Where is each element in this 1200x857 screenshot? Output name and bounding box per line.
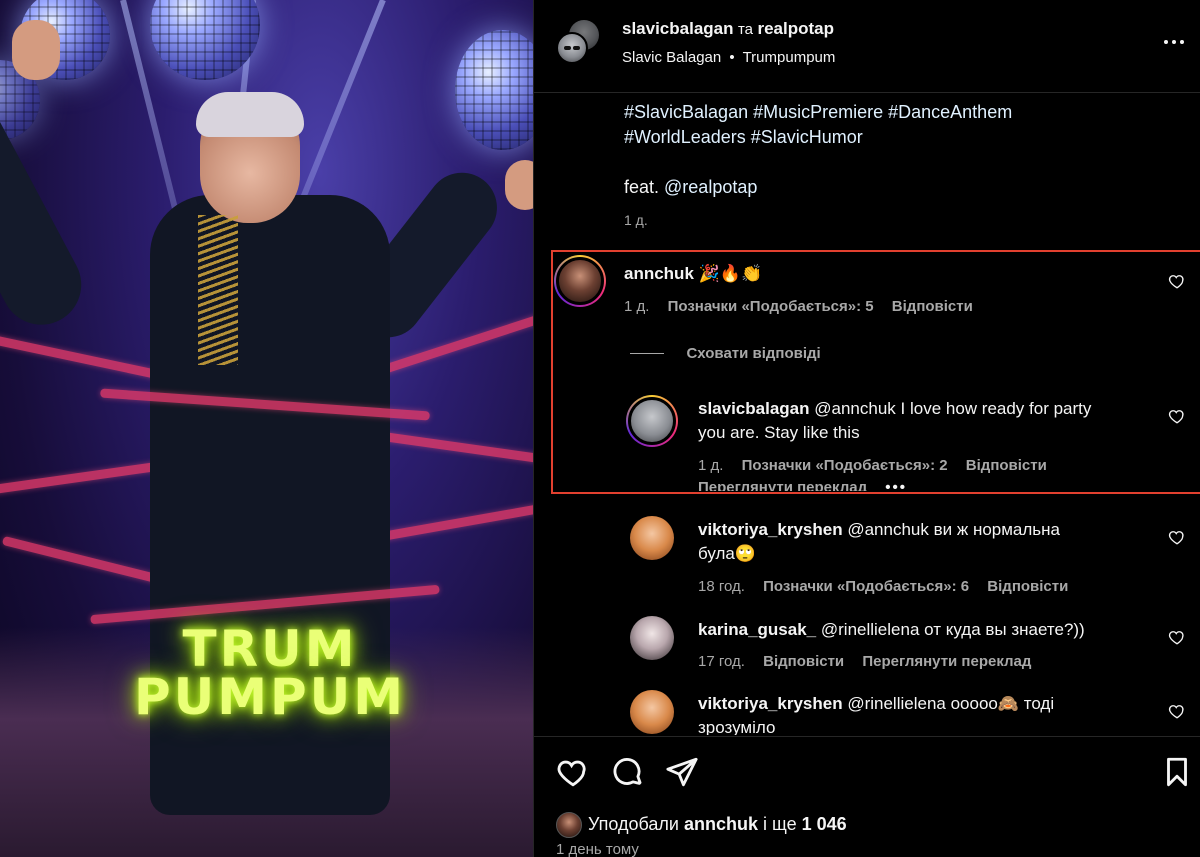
- avatar[interactable]: [630, 616, 674, 660]
- comment-text: зрозуміло: [698, 718, 776, 735]
- comment-username[interactable]: viktoriya_kryshen: [698, 694, 843, 713]
- comment-age: 18 год.: [698, 578, 745, 595]
- liked-by-line: Уподобали annchuk і ще 1 046: [556, 812, 847, 838]
- avatar-slavicbalagan[interactable]: [556, 32, 588, 64]
- bookmark-icon[interactable]: [1160, 755, 1194, 789]
- post-caption: #SlavicBalagan #MusicPremiere #DanceAnth…: [624, 100, 1144, 233]
- comment-meta: 17 год. Відповісти Переглянути переклад: [698, 653, 1045, 670]
- heart-icon[interactable]: [1168, 628, 1186, 646]
- username-link[interactable]: realpotap: [757, 19, 834, 38]
- comment-reply-item: karina_gusak_ @rinellielena от куда вы з…: [630, 616, 1194, 676]
- comment-likes[interactable]: Позначки «Подобається»: 6: [763, 578, 969, 595]
- avatar[interactable]: [630, 516, 674, 560]
- comment-username[interactable]: karina_gusak_: [698, 620, 816, 639]
- comment-text: ооооо🙈 тоді: [950, 694, 1055, 713]
- comment-username[interactable]: viktoriya_kryshen: [698, 520, 843, 539]
- header-music: Slavic Balagan • Trumpumpum: [622, 49, 835, 66]
- post-age: 1 день тому: [556, 841, 639, 857]
- liker-avatar[interactable]: [556, 812, 582, 838]
- joiner-text: та: [737, 21, 754, 38]
- hashtags[interactable]: #WorldLeaders #SlavicHumor: [624, 125, 1144, 150]
- post-actions: Уподобали annchuk і ще 1 046 1 день тому: [534, 736, 1200, 857]
- comment-reply-item: viktoriya_kryshen @rinellielena ооооо🙈 т…: [630, 690, 1194, 735]
- comment-meta: 18 год. Позначки «Подобається»: 6 Відпов…: [698, 578, 1082, 595]
- dot-separator: •: [729, 49, 735, 66]
- reply-button[interactable]: Відповісти: [987, 578, 1068, 595]
- caption-age: 1 д.: [624, 212, 648, 228]
- comment-age: 17 год.: [698, 653, 745, 670]
- header-users[interactable]: slavicbalagan та realpotap: [622, 19, 834, 39]
- mention-link[interactable]: @annchuk: [847, 520, 929, 539]
- post-header: slavicbalagan та realpotap Slavic Balaga…: [534, 0, 1200, 93]
- share-icon[interactable]: [665, 755, 699, 789]
- song-link[interactable]: Trumpumpum: [743, 49, 836, 66]
- highlight-box: [551, 250, 1200, 494]
- likes-count[interactable]: 1 046: [802, 814, 847, 834]
- translate-button[interactable]: Переглянути переклад: [862, 653, 1031, 670]
- comment-icon[interactable]: [611, 755, 645, 789]
- more-horizontal-icon[interactable]: [1162, 36, 1186, 48]
- feat-text: feat.: [624, 177, 665, 197]
- heart-icon[interactable]: [1168, 528, 1186, 546]
- avatar[interactable]: [630, 690, 674, 734]
- reply-button[interactable]: Відповісти: [763, 653, 844, 670]
- comment-text: от куда вы знаете?)): [924, 620, 1085, 639]
- mention-link[interactable]: @rinellielena: [847, 694, 946, 713]
- comment-reply-item: viktoriya_kryshen @annchuk ви ж нормальн…: [630, 516, 1194, 601]
- username-link[interactable]: slavicbalagan: [622, 19, 734, 38]
- mention-link[interactable]: @rinellielena: [821, 620, 920, 639]
- sunglasses-face-icon: [564, 46, 580, 50]
- mention-link[interactable]: @realpotap: [664, 177, 757, 197]
- liked-by-middle: і ще: [757, 813, 802, 834]
- overlay-title: TRUM PUMPUM: [133, 620, 406, 726]
- artist-link[interactable]: Slavic Balagan: [622, 49, 721, 66]
- post-media[interactable]: TRUM PUMPUM: [0, 0, 533, 857]
- liked-by-prefix: Уподобали: [588, 813, 684, 834]
- liked-by-user[interactable]: annchuk: [684, 814, 758, 834]
- heart-icon[interactable]: [1168, 702, 1186, 720]
- comment-text: була🙄: [698, 544, 757, 563]
- comment-text: ви ж нормальна: [933, 520, 1060, 539]
- hashtags[interactable]: #SlavicBalagan #MusicPremiere #DanceAnth…: [624, 100, 1144, 125]
- disco-ball: [455, 30, 533, 150]
- heart-icon[interactable]: [556, 755, 590, 789]
